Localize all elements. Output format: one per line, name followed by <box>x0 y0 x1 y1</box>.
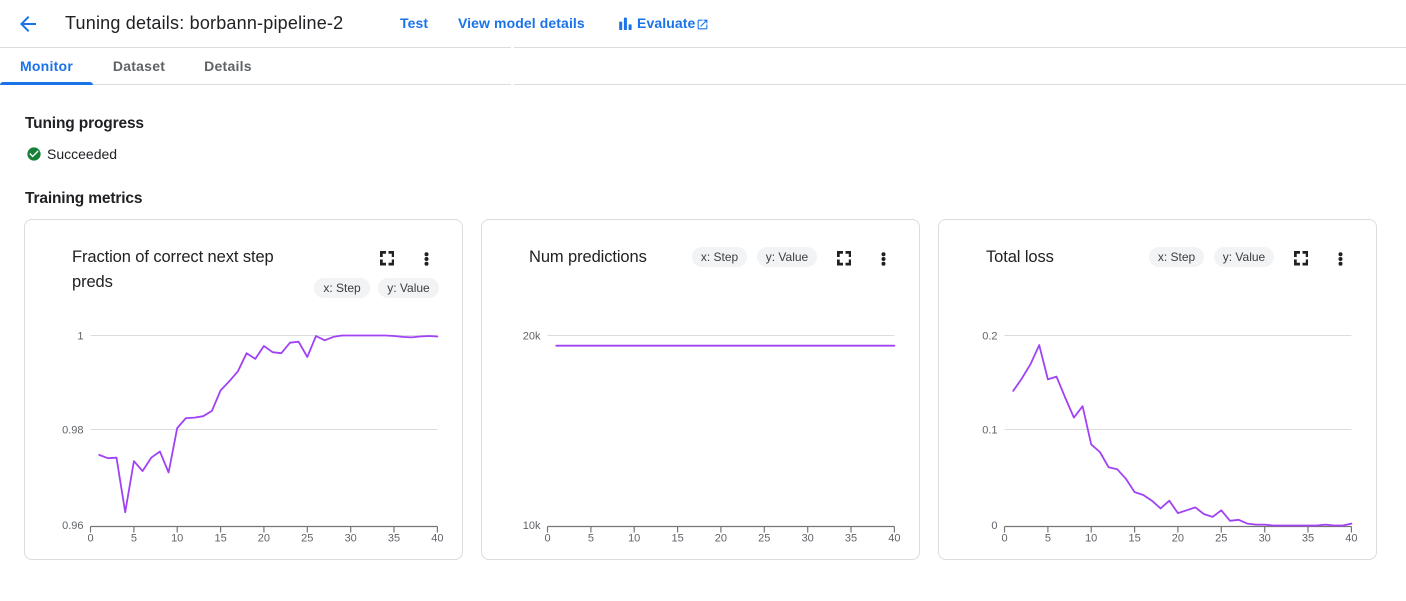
svg-text:0.1: 0.1 <box>982 424 997 436</box>
svg-text:0.98: 0.98 <box>62 424 83 436</box>
svg-text:0: 0 <box>1001 532 1007 544</box>
svg-text:15: 15 <box>214 532 226 544</box>
svg-text:40: 40 <box>1345 532 1357 544</box>
svg-text:25: 25 <box>1215 532 1227 544</box>
svg-text:20: 20 <box>715 532 727 544</box>
svg-text:30: 30 <box>345 532 357 544</box>
svg-text:35: 35 <box>845 532 857 544</box>
svg-text:0.96: 0.96 <box>62 520 83 532</box>
svg-text:0.2: 0.2 <box>982 330 997 342</box>
svg-text:30: 30 <box>802 532 814 544</box>
svg-text:10: 10 <box>1085 532 1097 544</box>
svg-text:5: 5 <box>588 532 594 544</box>
svg-text:40: 40 <box>431 532 443 544</box>
svg-text:25: 25 <box>301 532 313 544</box>
svg-text:5: 5 <box>1045 532 1051 544</box>
svg-text:0: 0 <box>991 520 997 532</box>
svg-text:20k: 20k <box>523 330 541 342</box>
svg-text:15: 15 <box>1128 532 1140 544</box>
svg-text:10: 10 <box>171 532 183 544</box>
svg-text:5: 5 <box>131 532 137 544</box>
svg-text:20: 20 <box>1172 532 1184 544</box>
svg-text:20: 20 <box>258 532 270 544</box>
svg-text:40: 40 <box>888 532 900 544</box>
svg-text:15: 15 <box>671 532 683 544</box>
svg-text:0: 0 <box>544 532 550 544</box>
svg-text:0: 0 <box>87 532 93 544</box>
svg-text:10k: 10k <box>523 520 541 532</box>
svg-text:1: 1 <box>77 330 83 342</box>
svg-text:25: 25 <box>758 532 770 544</box>
svg-text:35: 35 <box>1302 532 1314 544</box>
svg-text:10: 10 <box>628 532 640 544</box>
svg-text:30: 30 <box>1259 532 1271 544</box>
svg-text:35: 35 <box>388 532 400 544</box>
